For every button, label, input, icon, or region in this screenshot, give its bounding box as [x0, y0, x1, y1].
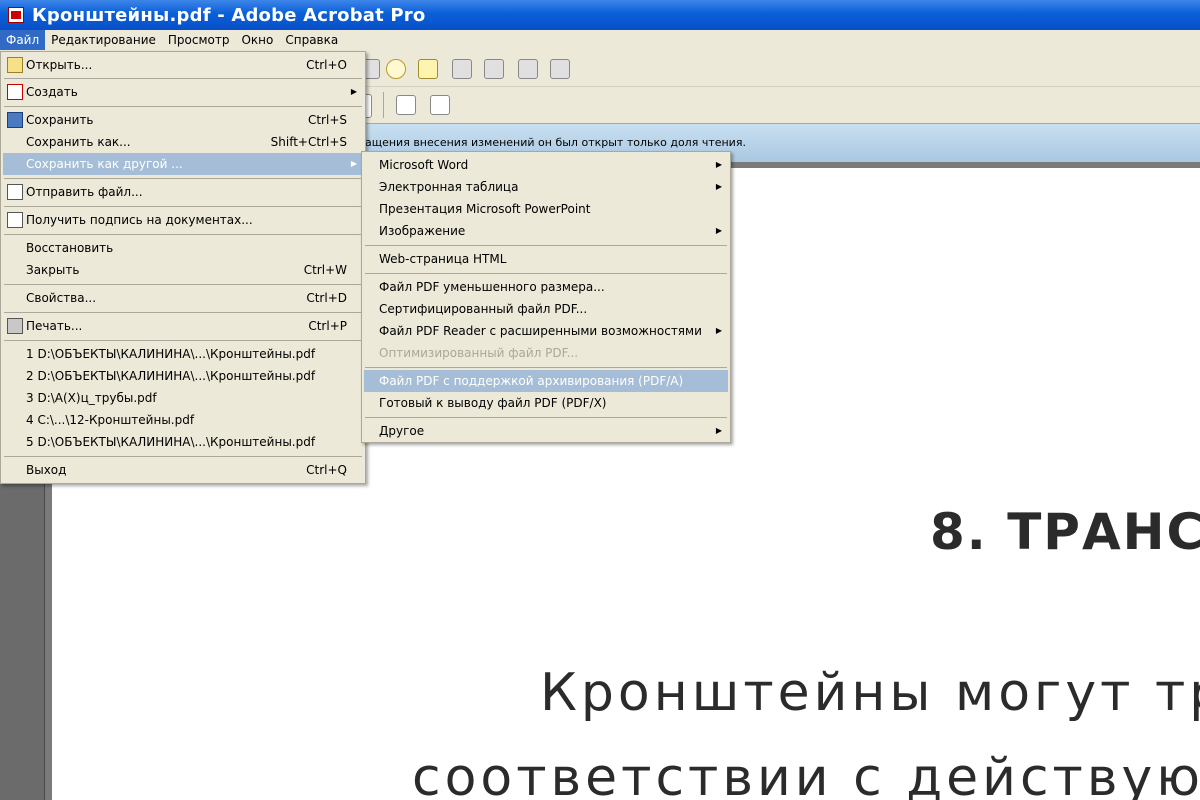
page-heading: 8. ТРАНСП — [930, 503, 1200, 561]
file-menu: Открыть... Ctrl+O Создать ▶ Сохранить Ct… — [0, 51, 366, 484]
recent-file-item[interactable]: 4 C:\...\12-Кронштейны.pdf — [3, 409, 363, 431]
menu-separator — [4, 234, 362, 235]
page-text-line: соответствии с действующ — [412, 748, 1200, 800]
menu-view[interactable]: Просмотр — [162, 30, 236, 50]
menu-separator — [4, 206, 362, 207]
create-pdf-icon — [7, 84, 23, 100]
menu-separator — [4, 312, 362, 313]
submenu-arrow-icon: ▶ — [350, 159, 357, 168]
submenu-arrow-icon: ▶ — [715, 426, 722, 435]
message-text: ащения внесения изменений он был открыт … — [365, 136, 746, 149]
submenu-item-powerpoint[interactable]: Презентация Microsoft PowerPoint — [364, 198, 728, 220]
recent-file-item[interactable]: 3 D:\А(Х)ц_трубы.pdf — [3, 387, 363, 409]
submenu-item-other[interactable]: Другое ▶ — [364, 420, 728, 442]
comment-icon[interactable] — [386, 59, 406, 79]
menu-item-send-file[interactable]: Отправить файл... — [3, 181, 363, 203]
menu-item-close[interactable]: Закрыть Ctrl+W — [3, 259, 363, 281]
menu-item-save-as-other[interactable]: Сохранить как другой ... ▶ — [3, 153, 363, 175]
submenu-arrow-icon: ▶ — [715, 226, 722, 235]
submenu-item-spreadsheet[interactable]: Электронная таблица ▶ — [364, 176, 728, 198]
submenu-item-word[interactable]: Microsoft Word ▶ — [364, 154, 728, 176]
menu-separator — [365, 367, 727, 368]
menu-item-create[interactable]: Создать ▶ — [3, 81, 363, 103]
save-as-other-submenu: Microsoft Word ▶ Электронная таблица ▶ П… — [361, 151, 731, 443]
menu-separator — [4, 456, 362, 457]
submenu-item-certified-pdf[interactable]: Сертифицированный файл PDF... — [364, 298, 728, 320]
menu-window[interactable]: Окно — [235, 30, 279, 50]
fit-width-icon[interactable] — [430, 95, 450, 115]
recent-file-item[interactable]: 5 D:\ОБЪЕКТЫ\КАЛИНИНА\...\Кронштейны.pdf — [3, 431, 363, 453]
open-folder-icon — [7, 57, 23, 73]
submenu-item-pdfa[interactable]: Файл PDF с поддержкой архивирования (PDF… — [364, 370, 728, 392]
menu-item-open[interactable]: Открыть... Ctrl+O — [3, 54, 363, 76]
submenu-item-optimized-pdf: Оптимизированный файл PDF... — [379, 346, 579, 360]
menu-separator — [365, 417, 727, 418]
signature-icon — [7, 212, 23, 228]
submenu-item-pdfx[interactable]: Готовый к выводу файл PDF (PDF/X) — [364, 392, 728, 414]
submenu-arrow-icon: ▶ — [715, 160, 722, 169]
menu-help[interactable]: Справка — [279, 30, 344, 50]
menu-separator — [365, 245, 727, 246]
recent-file-item[interactable]: 1 D:\ОБЪЕКТЫ\КАЛИНИНА\...\Кронштейны.pdf — [3, 343, 363, 365]
submenu-item-html[interactable]: Web-страница HTML — [364, 248, 728, 270]
fit-page-icon[interactable] — [396, 95, 416, 115]
menu-separator — [365, 273, 727, 274]
save-icon — [7, 112, 23, 128]
menu-separator — [4, 106, 362, 107]
printer-icon — [7, 318, 23, 334]
menu-item-properties[interactable]: Свойства... Ctrl+D — [3, 287, 363, 309]
menu-item-save[interactable]: Сохранить Ctrl+S — [3, 109, 363, 131]
pdf-app-icon — [8, 7, 24, 23]
menu-item-restore[interactable]: Восстановить — [3, 237, 363, 259]
page-text-line: Кронштейны могут тра — [540, 663, 1200, 723]
menu-item-get-signature[interactable]: Получить подпись на документах... — [3, 209, 363, 231]
menu-item-save-as[interactable]: Сохранить как... Shift+Ctrl+S — [3, 131, 363, 153]
edit-page-icon[interactable] — [550, 59, 570, 79]
delete-page-icon[interactable] — [452, 59, 472, 79]
extract-page-icon[interactable] — [518, 59, 538, 79]
submenu-item-image[interactable]: Изображение ▶ — [364, 220, 728, 242]
menu-separator — [4, 78, 362, 79]
envelope-icon — [7, 184, 23, 200]
menu-item-print[interactable]: Печать... Ctrl+P — [3, 315, 363, 337]
menu-separator — [4, 340, 362, 341]
submenu-item-reduced-pdf[interactable]: Файл PDF уменьшенного размера... — [364, 276, 728, 298]
submenu-item-reader-extended-pdf[interactable]: Файл PDF Reader с расширенными возможнос… — [364, 320, 728, 342]
submenu-arrow-icon: ▶ — [715, 326, 722, 335]
window-title: Кронштейны.pdf - Adobe Acrobat Pro — [32, 4, 426, 26]
highlight-text-icon[interactable] — [418, 59, 438, 79]
menu-separator — [4, 284, 362, 285]
menu-bar: Файл Редактирование Просмотр Окно Справк… — [0, 30, 1200, 50]
menu-file[interactable]: Файл — [0, 30, 46, 50]
title-bar: Кронштейны.pdf - Adobe Acrobat Pro — [0, 0, 1200, 30]
menu-item-exit[interactable]: Выход Ctrl+Q — [3, 459, 363, 481]
submenu-arrow-icon: ▶ — [715, 182, 722, 191]
menu-edit[interactable]: Редактирование — [45, 30, 162, 50]
rotate-page-icon[interactable] — [484, 59, 504, 79]
toolbar-separator — [383, 92, 384, 118]
menu-separator — [4, 178, 362, 179]
submenu-arrow-icon: ▶ — [350, 87, 357, 96]
recent-file-item[interactable]: 2 D:\ОБЪЕКТЫ\КАЛИНИНА\...\Кронштейны.pdf — [3, 365, 363, 387]
